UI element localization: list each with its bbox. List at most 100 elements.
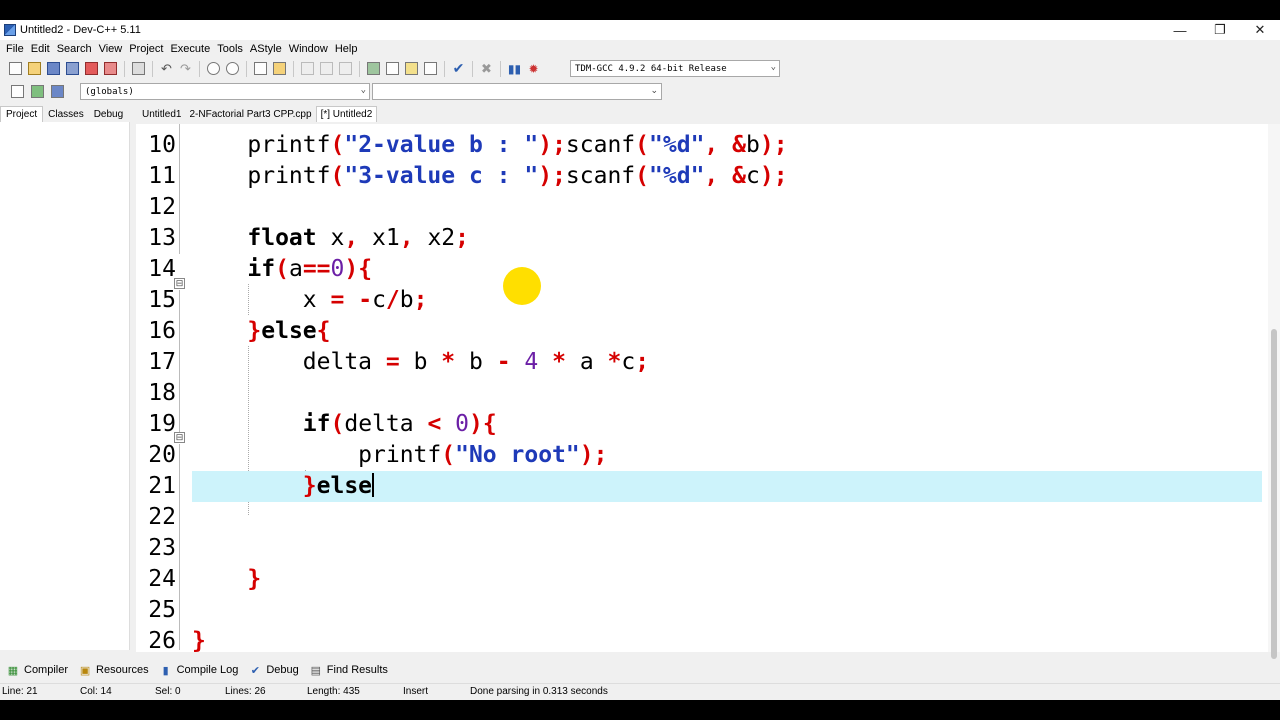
- tab-debug-output[interactable]: ✔ Debug: [248, 664, 299, 677]
- compiler-select[interactable]: TDM-GCC 4.9.2 64-bit Release ⌄: [570, 60, 780, 77]
- toggle-bookmark-button[interactable]: [28, 82, 47, 100]
- chevron-down-icon: ⌄: [650, 85, 658, 95]
- editor-vertical-scrollbar[interactable]: [1268, 124, 1280, 659]
- syntax-check-button[interactable]: ✔: [449, 60, 468, 78]
- goto-line-button[interactable]: [251, 60, 270, 78]
- code-editor[interactable]: 10 11 12 13 14 15 16 17 18 19 20 21 22 2…: [136, 124, 1274, 652]
- table-icon: [405, 62, 418, 75]
- close-all-button[interactable]: [101, 60, 120, 78]
- code-line-24: }: [247, 566, 262, 592]
- menu-astyle[interactable]: AStyle: [248, 43, 287, 55]
- maximize-button[interactable]: ❐: [1200, 20, 1240, 40]
- line-number: 13: [148, 225, 176, 251]
- open-folder-icon: [28, 62, 41, 75]
- debug-button[interactable]: ✹: [524, 60, 543, 78]
- tab-project[interactable]: Project: [0, 106, 44, 122]
- comment-icon: [339, 62, 352, 75]
- menu-view[interactable]: View: [97, 43, 128, 55]
- save-button[interactable]: [44, 60, 63, 78]
- menu-project[interactable]: Project: [127, 43, 168, 55]
- bar-chart-icon: ▮▮: [507, 61, 522, 76]
- project-browser-panel[interactable]: [0, 122, 130, 650]
- status-col: Col: 14: [80, 686, 112, 697]
- tab-find-results-label: Find Results: [326, 664, 388, 676]
- indent-left-button[interactable]: [298, 60, 317, 78]
- print-icon: [132, 62, 145, 75]
- menu-help[interactable]: Help: [333, 43, 363, 55]
- toolbar-separator: [500, 60, 501, 77]
- fold-collapse-icon[interactable]: ⊟: [174, 432, 185, 443]
- toolbar-separator: [359, 60, 360, 77]
- line-number: 12: [148, 194, 176, 220]
- chevron-down-icon: ⌄: [770, 62, 776, 72]
- editor-file-tabs: Untitled1 2-NFactorial Part3 CPP.cpp [*]…: [138, 104, 378, 122]
- tab-compile-log-label: Compile Log: [176, 664, 239, 676]
- tab-classes[interactable]: Classes: [43, 107, 89, 122]
- bottom-panel-tabs: ▦ Compiler ▣ Resources ▮ Compile Log ✔ D…: [0, 660, 1280, 680]
- menu-file[interactable]: File: [4, 43, 29, 55]
- text-cursor: [372, 472, 375, 497]
- new-file-button[interactable]: [6, 60, 25, 78]
- class-select[interactable]: (globals) ⌄: [80, 83, 370, 100]
- window-button[interactable]: [383, 60, 402, 78]
- menu-execute[interactable]: Execute: [168, 43, 215, 55]
- bar-chart-icon: ▮: [162, 664, 169, 677]
- menu-tools[interactable]: Tools: [215, 43, 248, 55]
- find-results-icon: ▤: [310, 664, 321, 677]
- tab-debug[interactable]: Debug: [89, 107, 128, 122]
- close-file-button[interactable]: [82, 60, 101, 78]
- line-number: 24: [148, 566, 176, 592]
- file-tab-untitled2[interactable]: [*] Untitled2: [315, 106, 378, 122]
- menu-edit[interactable]: Edit: [29, 43, 55, 55]
- code-line-11: printf("3-value c : ");scanf("%d", &c);: [192, 163, 788, 189]
- toolbar-separator: [293, 60, 294, 77]
- file-tab-untitled1[interactable]: Untitled1: [138, 107, 185, 122]
- find-button[interactable]: [204, 60, 223, 78]
- tab-compiler[interactable]: ▦ Compiler: [6, 664, 68, 677]
- redo-button[interactable]: ↷: [176, 60, 195, 78]
- ide-window: Untitled2 - Dev-C++ 5.11 — ❐ ✕ File Edit…: [0, 20, 1280, 700]
- code-line-10: printf("2-value b : ");scanf("%d", &b);: [192, 132, 788, 158]
- profile-button[interactable]: ▮▮: [505, 60, 524, 78]
- tab-find-results[interactable]: ▤ Find Results: [309, 664, 388, 677]
- open-button[interactable]: [25, 60, 44, 78]
- save-all-button[interactable]: [63, 60, 82, 78]
- goto-declaration-button[interactable]: [48, 82, 67, 100]
- undo-button[interactable]: ↶: [157, 60, 176, 78]
- menu-search[interactable]: Search: [55, 43, 97, 55]
- abort-button[interactable]: ✖: [477, 60, 496, 78]
- class-browser-button[interactable]: [402, 60, 421, 78]
- tab-resources[interactable]: ▣ Resources: [78, 664, 149, 677]
- file-tab-nfactorial[interactable]: 2-NFactorial Part3 CPP.cpp: [185, 107, 315, 122]
- screen-bottom-border: [0, 700, 1280, 720]
- new-file-icon: [9, 62, 22, 75]
- tab-compile-log[interactable]: ▮ Compile Log: [159, 664, 239, 677]
- close-button[interactable]: ✕: [1240, 20, 1280, 40]
- new-project-button[interactable]: [364, 60, 383, 78]
- minimize-button[interactable]: —: [1160, 20, 1200, 40]
- goto-bookmark-button[interactable]: [270, 60, 289, 78]
- fold-guide: [179, 290, 180, 433]
- tiles-button[interactable]: [421, 60, 440, 78]
- status-bar: Line: 21 Col: 14 Sel: 0 Lines: 26 Length…: [0, 683, 1280, 700]
- grid-icon: [367, 62, 380, 75]
- menu-bar: File Edit Search View Project Execute To…: [0, 40, 1280, 57]
- menu-window[interactable]: Window: [287, 43, 333, 55]
- insert-button[interactable]: [8, 82, 27, 100]
- secondary-toolbar: (globals) ⌄ ⌄: [0, 80, 664, 102]
- print-button[interactable]: [129, 60, 148, 78]
- toggle-comment-button[interactable]: [336, 60, 355, 78]
- indent-right-button[interactable]: [317, 60, 336, 78]
- redo-icon: ↷: [180, 60, 191, 76]
- fold-collapse-icon[interactable]: ⊟: [174, 278, 185, 289]
- scrollbar-thumb[interactable]: [1271, 329, 1277, 659]
- line-number: 18: [148, 380, 176, 406]
- left-panel-tabs: Project Classes Debug: [0, 104, 130, 122]
- function-select[interactable]: ⌄: [372, 83, 662, 100]
- line-number: 17: [148, 349, 176, 375]
- code-line-17: delta = b * b - 4 * a *c;: [192, 349, 650, 375]
- tab-debug-label: Debug: [266, 664, 299, 676]
- replace-button[interactable]: [223, 60, 242, 78]
